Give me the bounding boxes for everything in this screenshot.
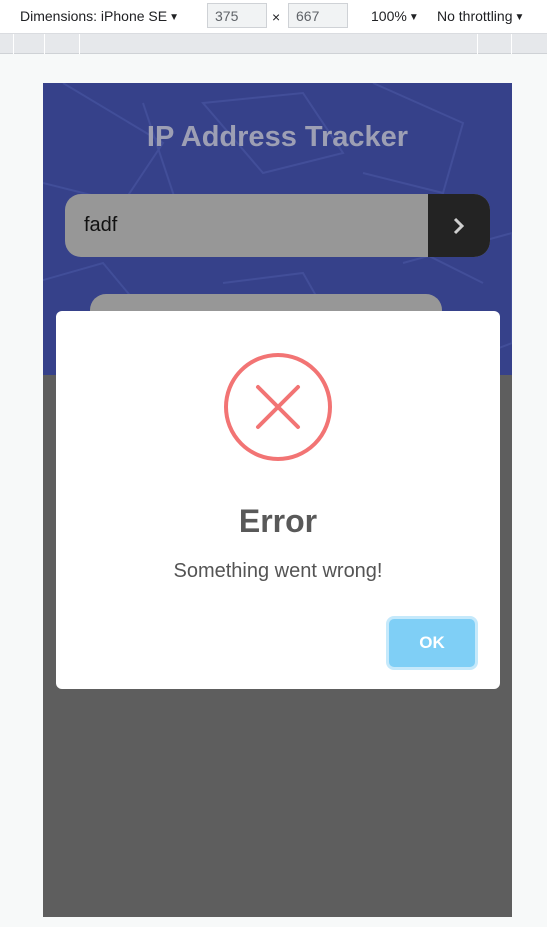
ruler-segment[interactable] xyxy=(477,34,478,54)
dimensions-caret-icon: ▼ xyxy=(169,12,179,23)
modal-title: Error xyxy=(238,503,318,539)
app-title: IP Address Tracker xyxy=(146,121,409,153)
ruler-segment[interactable] xyxy=(79,34,80,54)
throttling-label: No throttling xyxy=(437,8,513,24)
dimensions-label: Dimensions: iPhone SE xyxy=(20,8,168,24)
ruler-segment[interactable] xyxy=(44,34,45,54)
throttling-dropdown[interactable]: No throttling ▼ xyxy=(437,8,524,24)
throttling-caret-icon: ▼ xyxy=(514,12,525,23)
zoom-caret-icon: ▼ xyxy=(408,12,419,23)
modal-message: Something went wrong! xyxy=(173,560,383,582)
device-viewport: IP Address Tracker Error Something went … xyxy=(43,83,512,917)
ok-button[interactable]: OK xyxy=(389,619,475,667)
error-x-icon xyxy=(224,353,332,461)
devtools-device-toolbar: Dimensions: iPhone SE▼ × 100%▼ No thrott… xyxy=(0,0,547,34)
search-form xyxy=(65,194,490,257)
ruler-segment[interactable] xyxy=(13,34,14,54)
search-submit-button[interactable] xyxy=(428,194,490,257)
zoom-label: 100% xyxy=(371,8,407,24)
chevron-right-icon xyxy=(453,217,465,234)
dimension-times-sign: × xyxy=(272,9,281,25)
ip-search-input[interactable] xyxy=(65,194,427,257)
ruler-segment[interactable] xyxy=(511,34,512,54)
zoom-dropdown[interactable]: 100% ▼ xyxy=(371,8,419,24)
media-query-ruler[interactable] xyxy=(0,34,547,54)
viewport-height-input[interactable] xyxy=(288,3,348,28)
dimensions-dropdown[interactable]: Dimensions: iPhone SE ▼ xyxy=(20,8,179,24)
viewport-width-input[interactable] xyxy=(207,3,267,28)
error-modal: Error Something went wrong! OK xyxy=(56,311,500,689)
